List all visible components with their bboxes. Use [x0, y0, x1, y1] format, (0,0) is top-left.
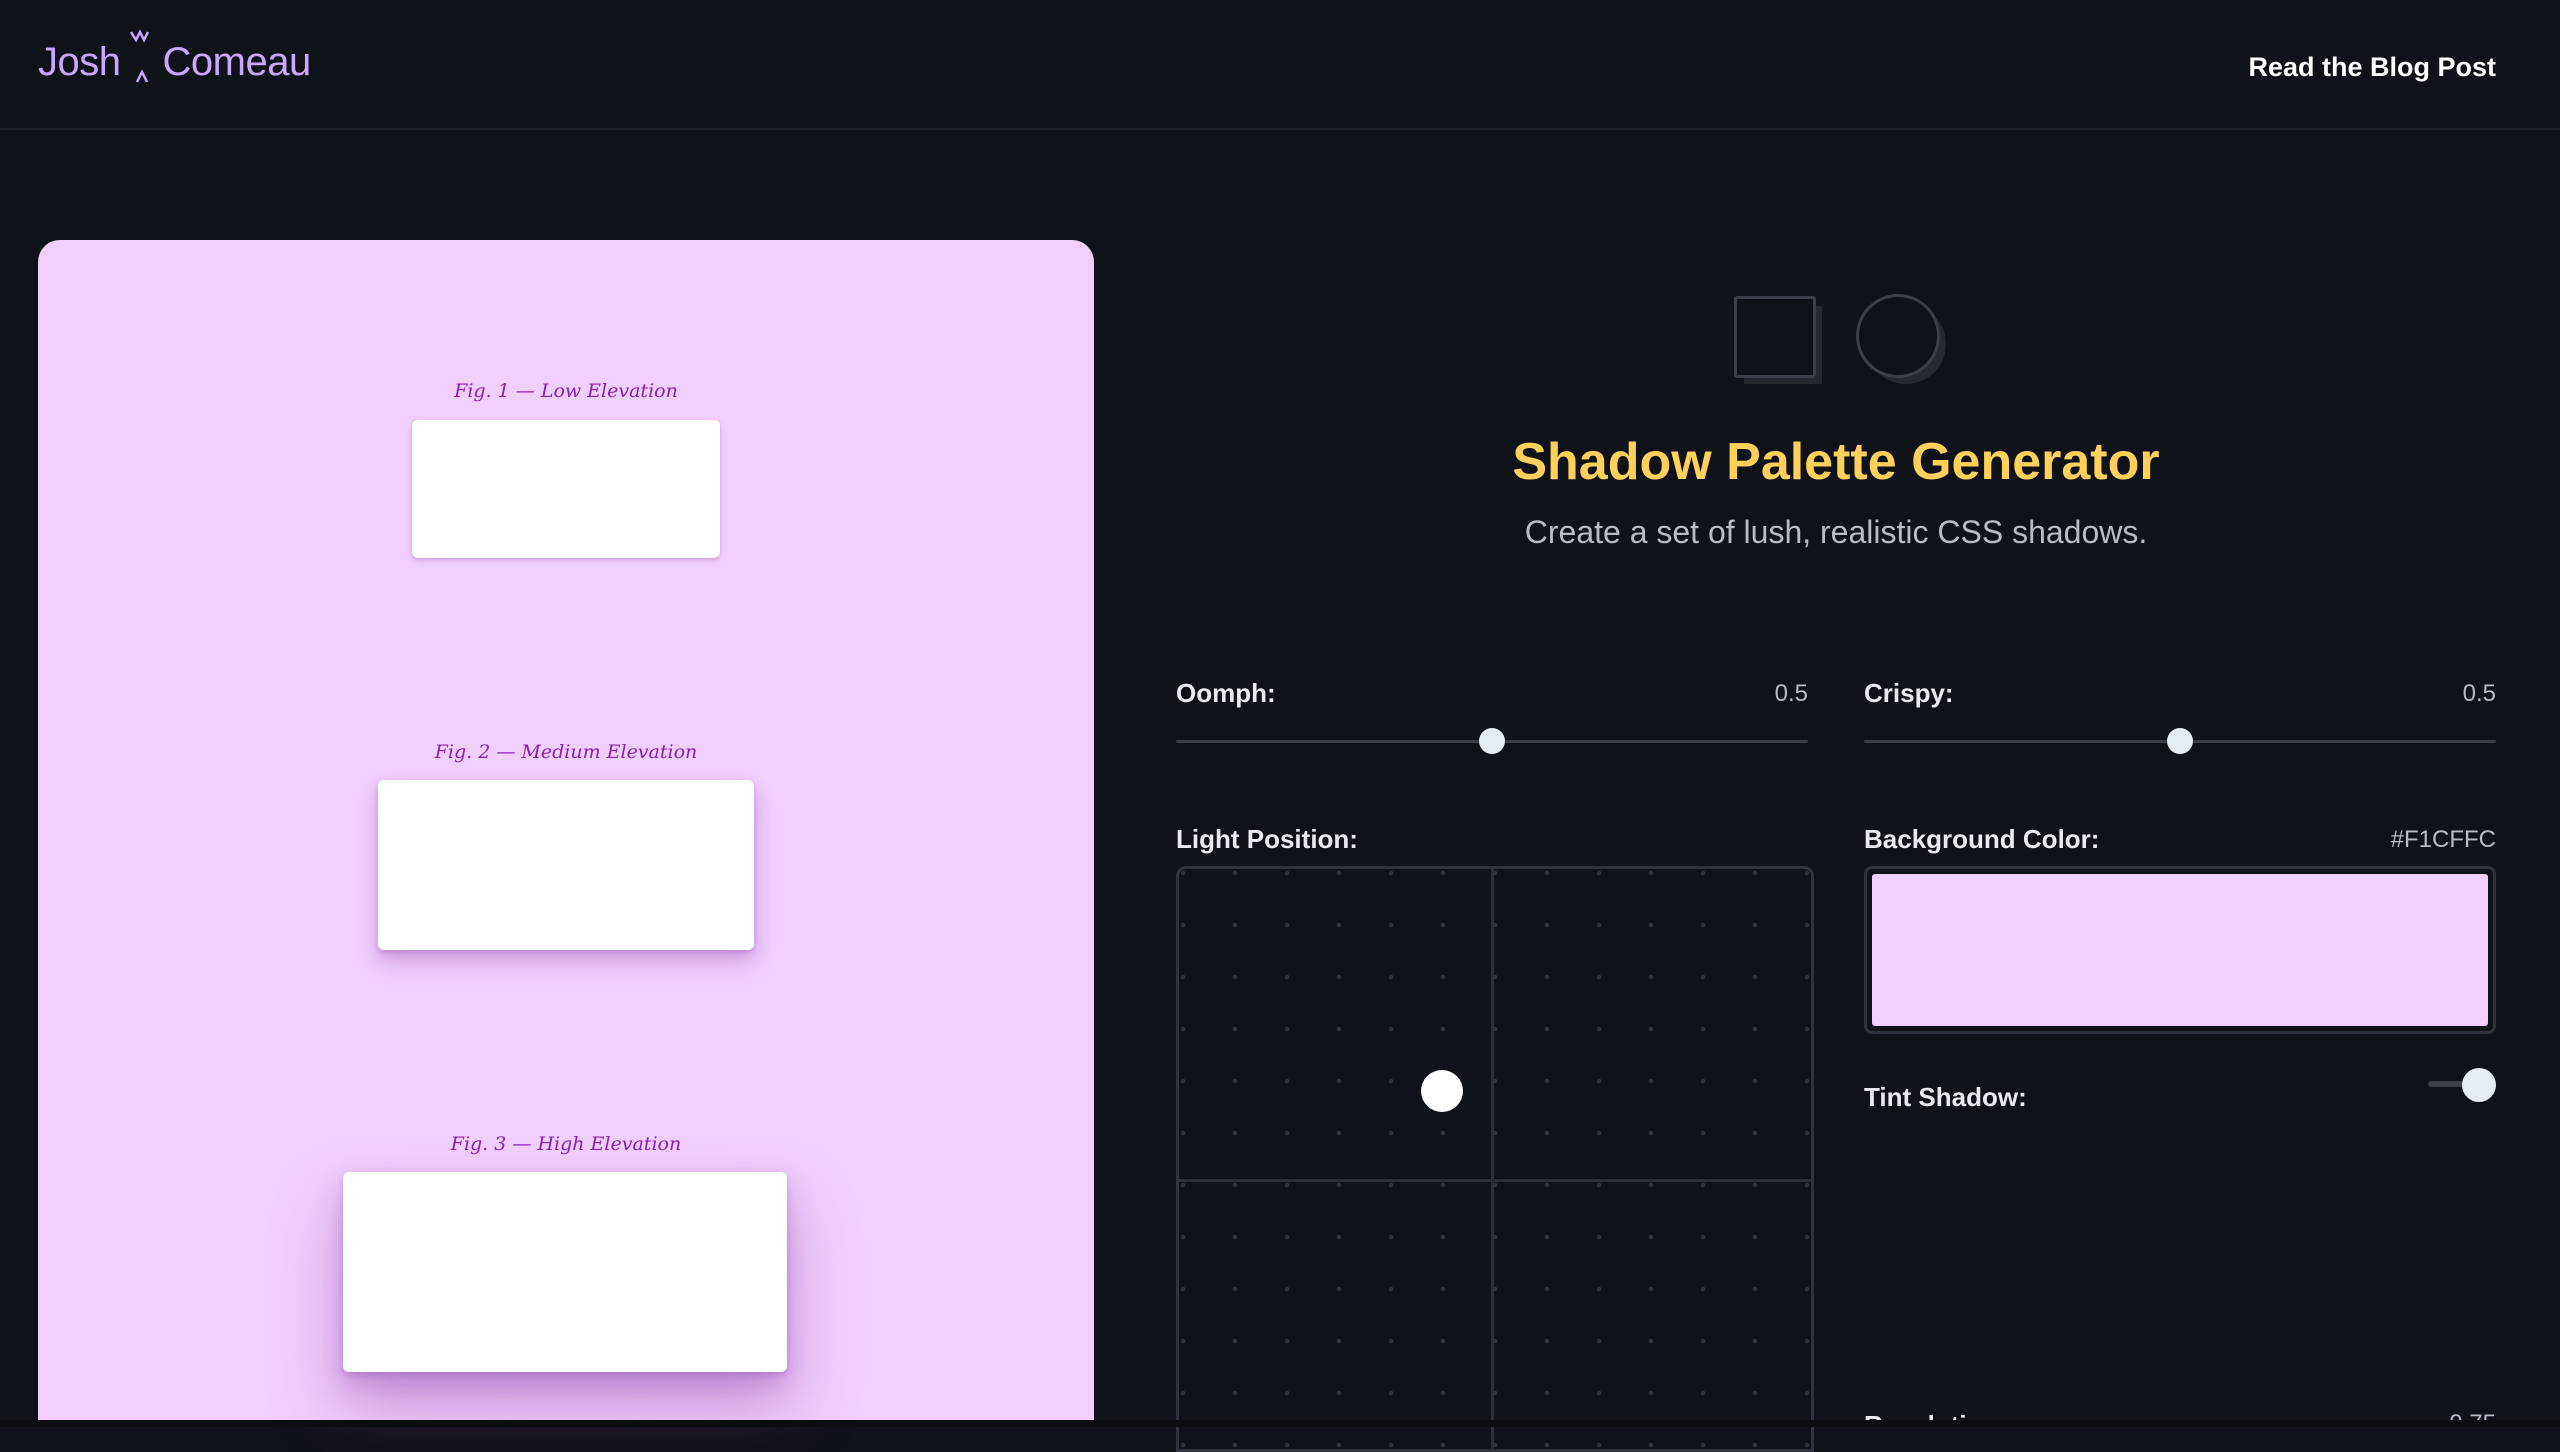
light-position-label: Light Position:	[1176, 824, 1358, 854]
low-elevation-card	[412, 420, 720, 558]
square-shape-icon	[1734, 296, 1816, 378]
bottom-edge	[0, 1420, 2560, 1427]
oomph-label: Oomph:	[1176, 678, 1276, 708]
crispy-slider[interactable]	[1864, 726, 2496, 756]
tint-shadow-toggle-knob[interactable]	[2462, 1068, 2496, 1102]
light-position-pad[interactable]	[1176, 866, 1814, 1452]
fig-1-caption: Fig. 1 — Low Elevation	[454, 380, 678, 402]
site-logo[interactable]: Josh Comeau	[38, 29, 312, 92]
background-color-value: #F1CFFC	[2390, 826, 2496, 853]
light-position-handle[interactable]	[1421, 1069, 1464, 1112]
read-blog-post-link[interactable]: Read the Blog Post	[2248, 52, 2496, 83]
light-pad-vertical-axis	[1491, 869, 1494, 1449]
oomph-slider-thumb[interactable]	[1479, 728, 1505, 754]
light-pad-dot-grid	[1179, 869, 1811, 1449]
crispy-label: Crispy:	[1864, 678, 1954, 708]
page-subtitle: Create a set of lush, realistic CSS shad…	[1524, 514, 2148, 550]
circle-shape-icon	[1856, 294, 1940, 378]
tint-shadow-label: Tint Shadow:	[1864, 1082, 2027, 1112]
background-color-picker[interactable]	[1864, 866, 2496, 1034]
tint-shadow-toggle[interactable]	[2428, 1068, 2498, 1102]
background-color-label: Background Color:	[1864, 824, 2100, 854]
page-title: Shadow Palette Generator	[1512, 433, 2160, 491]
medium-elevation-card	[378, 780, 754, 950]
logo-squiggle-icon	[127, 29, 157, 92]
site-header: Josh Comeau Read the Blog Post	[0, 0, 2560, 130]
high-elevation-card	[343, 1172, 787, 1372]
shadow-preview-panel: Fig. 1 — Low Elevation Fig. 2 — Medium E…	[38, 240, 1094, 1427]
crispy-slider-thumb[interactable]	[2167, 728, 2193, 754]
fig-3-caption: Fig. 3 — High Elevation	[450, 1133, 682, 1155]
light-pad-horizontal-axis	[1179, 1179, 1811, 1182]
crispy-value: 0.5	[2462, 680, 2496, 707]
oomph-slider[interactable]	[1176, 726, 1808, 756]
logo-last-name: Comeau	[162, 39, 312, 84]
oomph-value: 0.5	[1774, 680, 1808, 707]
background-color-swatch[interactable]	[1872, 874, 2488, 1026]
logo-first-name: Josh	[38, 39, 121, 84]
hero-shapes	[1732, 294, 1952, 394]
fig-2-caption: Fig. 2 — Medium Elevation	[434, 741, 698, 763]
